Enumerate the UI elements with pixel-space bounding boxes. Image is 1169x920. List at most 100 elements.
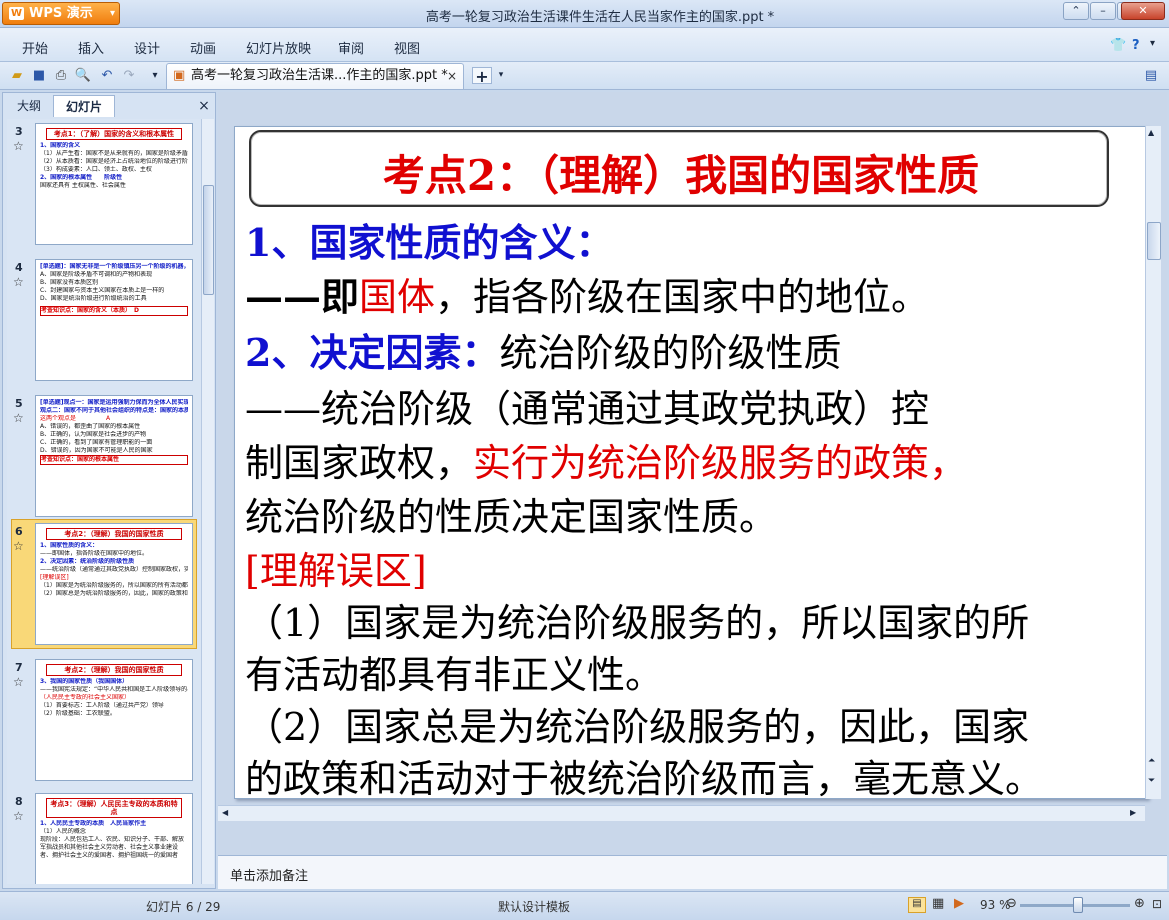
slide-thumbnail-3[interactable]: 考点1：（了解）国家的含义和根本属性 1、国家的含义 （1）从产生看：国家不是从… [35,123,193,245]
menu-design[interactable]: 设计 [134,38,160,57]
save-icon[interactable]: ■ [30,67,48,84]
text-run: 统治阶级的阶级性质 [499,331,842,375]
thumbnail-line: 1、国家性质的含义： [40,542,99,549]
new-tab-dropdown-icon[interactable]: ▾ [492,67,510,84]
fit-window-icon[interactable]: ⊡ [1152,897,1162,911]
document-tab-label: 高考一轮复习政治生活课...作主的国家.ppt * [191,68,448,83]
slide-line: （1）国家是为统治阶级服务的，所以国家的所 [245,601,1030,645]
slide-vertical-scrollbar[interactable]: ▲ ⏶ ⏷ [1145,126,1161,799]
thumbnail-line: （2）国家总是为统治阶级服务的，因此，国家的政策和活动对于被统治阶级而言，毫无意… [40,590,188,597]
print-icon[interactable]: ⎙ [52,67,70,84]
dropdown-arrow-icon: ▾ [109,8,115,19]
zoom-in-icon[interactable]: ⊕ [1134,896,1145,911]
thumbnail-line: ——我国宪法规定：“中华人民共和国是工人阶级领导的、以工农联盟为基础的人民民主专… [40,686,188,693]
scrollbar-thumb[interactable] [203,185,214,295]
print-preview-icon[interactable]: 🔍 [74,67,92,84]
menu-view[interactable]: 视图 [394,38,420,57]
minimize-icon[interactable]: – [1090,2,1116,20]
document-tab[interactable]: ▣ 高考一轮复习政治生活课...作主的国家.ppt * × [166,63,464,89]
tab-outline[interactable]: 大纲 [7,95,51,117]
animation-star-icon: ☆ [13,539,24,553]
thumbnail-number: 3 [15,125,23,138]
slide-thumbnail-4[interactable]: [单选题]：国家无非是一个阶级镇压另一个阶级的机器，这一点即使在民主共和制下，也… [35,259,193,381]
slide-line: 有活动都具有非正义性。 [245,653,664,697]
ribbon-toggle-button[interactable]: ⌃ [1063,2,1089,20]
thumbnail-line: [单选题]：国家无非是一个阶级镇压另一个阶级的机器，这一点即使在民主共和制下，也… [40,263,188,270]
menu-animation[interactable]: 动画 [190,38,216,57]
redo-icon[interactable]: ↷ [120,67,138,84]
notes-pane[interactable]: 单击添加备注 [218,855,1167,889]
scroll-left-icon[interactable]: ◀ [222,808,228,817]
wps-logo-icon: W [9,7,24,20]
next-slide-icon[interactable]: ⏷ [1148,776,1155,786]
close-tab-icon[interactable]: × [447,64,457,88]
slide-line: 制国家政权，实行为统治阶级服务的政策， [245,441,967,485]
open-folder-icon[interactable]: ▰ [8,67,26,84]
customize-toolbar-icon[interactable]: ▾ [146,67,164,84]
menu-slideshow[interactable]: 幻灯片放映 [246,38,311,57]
new-tab-button[interactable]: + [472,67,492,85]
tab-slides[interactable]: 幻灯片 [53,95,115,117]
misconception-heading: [理解误区] [245,549,427,593]
scroll-right-icon[interactable]: ▶ [1130,808,1136,817]
text-run: 制国家政权， [245,441,474,485]
slide-title-box[interactable]: 考点2：（理解）我国的国家性质 [249,130,1109,207]
thumbnail-line: 国家还具有 主权属性、社会属性 [40,182,126,189]
close-panel-icon[interactable]: × [195,95,213,117]
thumbnail-line: 2、决定因素：统治阶级的阶级性质 [40,558,135,565]
close-icon[interactable]: ✕ [1121,2,1165,20]
scroll-up-icon[interactable]: ▲ [1148,128,1154,137]
thumbnail-line: （1）从产生看：国家不是从来就有的，国家是阶级矛盾不可调和的产物和表现。 [40,150,188,157]
thumbnail-line: 3、我国的国家性质（我国国体） [40,678,129,685]
thumbnail-line: 考查知识点：国家的含义（本质） D [40,306,188,316]
slide-line: 的政策和活动对于被统治阶级而言，毫无意义。 [245,757,1044,799]
thumbnail-line: （人民民主专政的社会主义国家） [40,694,131,701]
wps-app-menu-button[interactable]: W WPS 演示 ▾ [2,2,120,25]
slide-horizontal-scrollbar[interactable]: ◀ ▶ [218,805,1145,821]
status-bar: 幻灯片 6 / 29 默认设计模板 ▤ ▦ ▶ 93 % ⊖ ⊕ ⊡ [0,891,1169,920]
thumbnail-title: 考点2：（理解）我国的国家性质 [46,664,182,676]
scrollbar-thumb[interactable] [1147,222,1161,260]
zoom-slider-thumb[interactable] [1073,897,1083,913]
menu-bar: 开始 插入 设计 动画 幻灯片放映 审阅 视图 👕 ? ▾ [0,28,1169,62]
slide-counter: 幻灯片 6 / 29 [146,900,221,914]
thumbnail-line: 1、人民民主专政的本质 人民当家作主 [40,820,147,827]
slide-canvas[interactable]: 考点2：（理解）我国的国家性质 1、国家性质的含义： ——即国体，指各阶级在国家… [234,126,1148,799]
menu-home[interactable]: 开始 [22,38,48,57]
text-run: ，指各阶级在国家中的地位。 [435,275,930,319]
thumbnail-title: 考点3：（理解）人民民主专政的本质和特点 [46,798,182,818]
slide-thumbnail-6-selected[interactable]: 考点2：（理解）我国的国家性质 1、国家性质的含义： ——即国体，指各阶级在国家… [35,523,193,645]
slide-thumbnail-5[interactable]: [单选题]观点一：国家是运用强制力保而为全体人民实现利的政治组织。 观点二：国家… [35,395,193,517]
previous-slide-icon[interactable]: ⏶ [1148,756,1155,766]
thumbnail-number: 7 [15,661,23,674]
slide-sorter-icon[interactable]: ▦ [932,896,944,911]
notes-placeholder: 单击添加备注 [230,869,309,884]
thumbnail-number: 5 [15,397,23,410]
title-bar: W WPS 演示 ▾ 高考一轮复习政治生活课件生活在人民当家作主的国家.ppt … [0,0,1169,28]
slide-line: 统治阶级的性质决定国家性质。 [245,495,778,539]
slide-line: （2）国家总是为统治阶级服务的，因此，国家 [245,705,1030,749]
thumbnail-line: B、国家没有本质区别 [40,279,99,286]
thumbnail-line: 这两个观点是 A [40,415,111,422]
help-dropdown-icon[interactable]: ▾ [1150,38,1155,49]
slideshow-icon[interactable]: ▶ [954,896,964,911]
normal-view-icon[interactable]: ▤ [908,897,926,913]
thumbnail-title: 考点1：（了解）国家的含义和根本属性 [46,128,182,140]
skin-icon[interactable]: 👕 [1110,38,1126,53]
slide-thumbnail-8[interactable]: 考点3：（理解）人民民主专政的本质和特点 1、人民民主专政的本质 人民当家作主 … [35,793,193,884]
text-run: 实行为统治阶级服务的政策， [473,441,968,485]
thumbnail-line: C、正确的，看到了国家有管理职能的一面 [40,439,153,446]
undo-icon[interactable]: ↶ [98,67,116,84]
zoom-out-icon[interactable]: ⊖ [1006,896,1017,911]
thumbnail-line: ——统治阶级（通常通过其政党执政）控制国家政权，实行为统治阶级服务的政策，统治阶… [40,566,188,573]
help-icon[interactable]: ? [1132,38,1140,53]
menu-insert[interactable]: 插入 [78,38,104,57]
panel-toggle-icon[interactable]: ▤ [1142,67,1160,84]
thumbnail-line: B、正确的，认为国家是社会进步的产物 [40,431,147,438]
thumbnail-scrollbar[interactable] [201,119,214,884]
heading-deciding-factor: 2、决定因素：统治阶级的阶级性质 [245,331,842,376]
menu-review[interactable]: 审阅 [338,38,364,57]
thumbnail-line: D、国家是统治阶级进行阶级统治的工具 [40,295,147,302]
thumbnail-line: D、错误的，因为国家不可能是人民的国家 [40,447,153,454]
slide-thumbnail-7[interactable]: 考点2：（理解）我国的国家性质 3、我国的国家性质（我国国体） ——我国宪法规定… [35,659,193,781]
